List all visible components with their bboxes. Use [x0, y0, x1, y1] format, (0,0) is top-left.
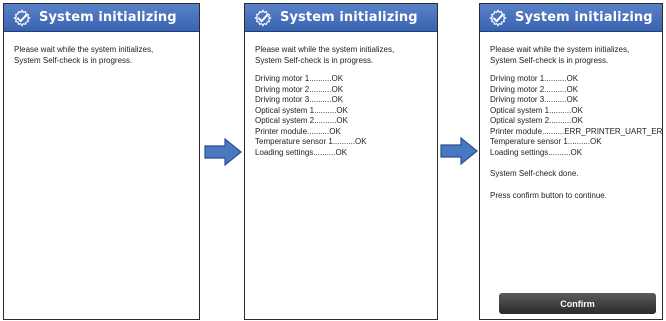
check-list: Driving motor 1..........OK Driving moto…: [255, 74, 427, 158]
check-item: Printer module..........ERR_PRINTER_UART…: [490, 126, 663, 136]
intro-line-1: Please wait while the system initializes…: [255, 45, 395, 54]
intro-text: Please wait while the system initializes…: [14, 45, 189, 66]
check-item: Driving motor 2..........OK: [490, 84, 579, 94]
check-item: Driving motor 2..........OK: [255, 84, 344, 94]
check-item: Driving motor 3..........OK: [255, 95, 344, 104]
intro-line-2: System Self-check is in progress.: [255, 55, 374, 65]
check-item: Temperature sensor 1..........OK: [490, 137, 602, 146]
intro-text: Please wait while the system initializes…: [490, 45, 652, 66]
title-bar: System initializing: [245, 4, 437, 32]
gear-check-icon: [13, 9, 31, 27]
done-message: System Self-check done.: [490, 169, 579, 178]
content: Please wait while the system initializes…: [480, 32, 662, 201]
intro-line-2: System Self-check is in progress.: [490, 55, 609, 65]
right-arrow-icon: [204, 137, 242, 167]
check-item: Printer module..........OK: [255, 126, 341, 136]
gear-check-icon: [489, 9, 507, 27]
title: System initializing: [515, 10, 653, 25]
right-arrow-icon: [440, 136, 478, 166]
check-item: Driving motor 1..........OK: [490, 74, 579, 83]
intro-line-2: System Self-check is in progress.: [14, 55, 133, 65]
check-item: Optical system 2..........OK: [490, 116, 583, 125]
screen-self-check-done: System initializing Please wait while th…: [479, 3, 663, 320]
check-item: Driving motor 1..........OK: [255, 74, 344, 83]
check-item: Driving motor 3..........OK: [490, 95, 579, 104]
content: Please wait while the system initializes…: [245, 32, 437, 158]
intro-text: Please wait while the system initializes…: [255, 45, 427, 66]
check-item: Optical system 1..........OK: [255, 105, 348, 115]
title-bar: System initializing: [4, 4, 199, 32]
check-item: Optical system 2..........OK: [255, 116, 348, 125]
check-item: Loading settings..........OK: [490, 147, 583, 157]
check-list: Driving motor 1..........OK Driving moto…: [490, 74, 663, 158]
gear-check-icon: [254, 9, 272, 27]
screen-initializing: System initializing Please wait while th…: [3, 3, 200, 320]
intro-line-1: Please wait while the system initializes…: [490, 45, 630, 54]
intro-line-1: Please wait while the system initializes…: [14, 45, 154, 54]
prompt-message: Press confirm button to continue.: [490, 190, 607, 200]
check-item: Loading settings..........OK: [255, 147, 348, 157]
confirm-button[interactable]: Confirm: [499, 293, 656, 314]
title: System initializing: [39, 10, 177, 25]
title: System initializing: [280, 10, 418, 25]
check-item: Optical system 1..........OK: [490, 105, 583, 115]
title-bar: System initializing: [480, 4, 662, 32]
check-item: Temperature sensor 1..........OK: [255, 137, 367, 146]
screen-self-check: System initializing Please wait while th…: [244, 3, 438, 320]
content: Please wait while the system initializes…: [4, 32, 199, 66]
